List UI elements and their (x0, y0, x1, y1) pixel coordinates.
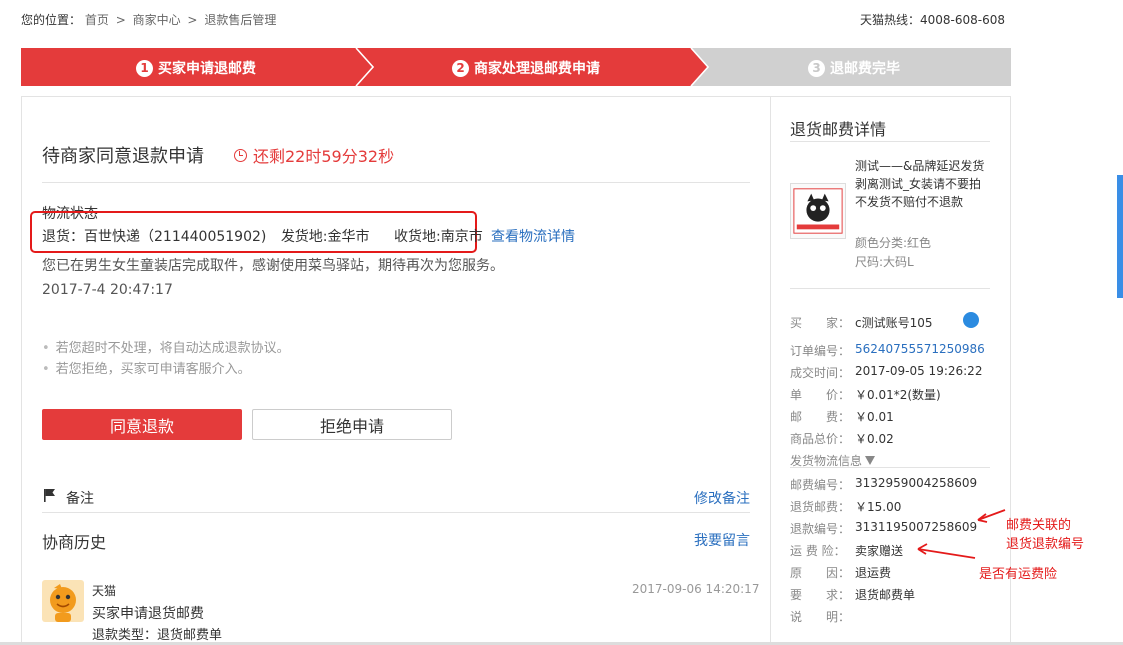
panel-divider (770, 97, 771, 645)
step-1-label: 买家申请退邮费 (158, 61, 256, 77)
history-time: 2017-09-06 14:20:17 (632, 582, 760, 596)
countdown-text: 还剩22时59分32秒 (253, 147, 395, 166)
divider (790, 467, 990, 468)
crumb-home[interactable]: 首页 (85, 13, 109, 27)
product-size: 尺码:大码L (855, 255, 914, 269)
history-refund-type: 退款类型：退货邮费单 (92, 628, 223, 643)
detail-row-requirement: 要 求： 退货邮费单 (790, 586, 915, 603)
location-label: 您的位置： (21, 13, 82, 27)
order-number-link[interactable]: 56240755571250986 (855, 342, 985, 359)
crumb-refund-management[interactable]: 退款售后管理 (204, 13, 276, 27)
logistics-time: 2017-7-4 20:47:17 (42, 282, 173, 298)
detail-title: 退货邮费详情 (790, 120, 887, 139)
history-author: 天猫 (92, 584, 117, 598)
requirement-value: 退货邮费单 (855, 588, 916, 602)
triangle-down-icon (865, 456, 876, 465)
step-3: 3 退邮费完毕 (808, 58, 900, 78)
annotation-arrows (917, 509, 1006, 559)
flag-icon (44, 489, 55, 502)
crumb-separator: > (187, 13, 198, 27)
note-label: 备注 (66, 491, 94, 507)
detail-key: 邮费编号： (790, 478, 851, 492)
step-2: 2 商家处理退邮费申请 (452, 58, 600, 78)
divider (790, 141, 990, 142)
step-3-label: 退邮费完毕 (830, 61, 900, 77)
reason-value: 退运费 (855, 566, 892, 580)
history-title: 协商历史 (42, 533, 107, 552)
insurance-value: 卖家赠送 (855, 544, 904, 558)
agree-refund-button[interactable]: 同意退款 (42, 409, 242, 440)
detail-key: 运 费 险： (790, 544, 846, 558)
detail-key: 原 因： (790, 566, 851, 580)
detail-key: 订单编号： (790, 344, 851, 358)
product-image[interactable] (790, 183, 846, 239)
detail-key: 退货邮费： (790, 500, 851, 514)
step-2-label: 商家处理退邮费申请 (474, 61, 600, 77)
detail-key: 单 价： (790, 388, 851, 402)
origin-info: 发货地:金华市 (280, 229, 370, 245)
detail-row-reason: 原 因： 退运费 (790, 564, 891, 581)
chat-icon[interactable] (963, 312, 979, 328)
detail-row-order: 订单编号： 56240755571250986 (790, 342, 985, 359)
leave-message-link[interactable]: 我要留言 (694, 530, 750, 550)
detail-row-postage: 邮 费： ￥0.01 (790, 408, 894, 425)
breadcrumb: 您的位置： 首页 > 商家中心 > 退款售后管理 (21, 11, 276, 28)
side-tab[interactable] (1117, 175, 1123, 298)
detail-row-description: 说 明： (790, 608, 855, 625)
countdown: 还剩22时59分32秒 (234, 143, 394, 167)
step-1-number: 1 (136, 59, 153, 77)
detail-row-insurance: 运 费 险： 卖家赠送 (790, 542, 903, 559)
detail-row-unit-price: 单 价： ￥0.01*2(数量) (790, 386, 941, 403)
deal-time-value: 2017-09-05 19:26:22 (855, 364, 983, 378)
logistics-info: 退货：百世快递（211440051902) 发货地:金华市 收货地:南京市 (42, 226, 493, 246)
hotline: 天猫热线：4008-608-608 (860, 13, 1006, 27)
carrier-info: 退货：百世快递（211440051902) (42, 229, 267, 245)
annotation-text: 邮费关联的 (1006, 518, 1072, 533)
detail-key: 要 求： (790, 588, 851, 602)
annotation-text: 是否有运费险 (979, 567, 1058, 582)
step-1: 1 买家申请退邮费 (136, 58, 256, 78)
divider (42, 512, 750, 513)
pickup-message: 您已在男生女生童装店完成取件，感谢使用菜鸟驿站，期待再次为您服务。 (42, 258, 504, 274)
status-title: 待商家同意退款申请 (42, 146, 204, 167)
postage-value: ￥0.01 (855, 410, 894, 424)
detail-key: 说 明： (790, 610, 851, 624)
annotation-text: 退货退款编号 (1006, 537, 1085, 552)
clock-icon (234, 148, 247, 162)
unit-price-value: ￥0.01*2(数量) (855, 388, 941, 402)
detail-row-buyer: 买 家： c测试账号105 (790, 314, 933, 331)
divider (42, 182, 750, 183)
crumb-merchant-center[interactable]: 商家中心 (133, 13, 181, 27)
history-text: 买家申请退货邮费 (92, 606, 204, 622)
detail-row-total: 商品总价： ￥0.02 (790, 430, 894, 447)
step-2-number: 2 (452, 59, 469, 77)
detail-key: 商品总价： (790, 432, 851, 446)
logistics-detail-link[interactable]: 查看物流详情 (491, 226, 575, 246)
tip-reject: 若您拒绝，买家可申请客服介入。 (42, 358, 251, 377)
destination-info: 收货地:南京市 (393, 229, 483, 245)
detail-row-postage-number: 邮费编号： 3132959004258609 (790, 476, 977, 493)
tip-timeout: 若您超时不处理，将自动达成退款协议。 (42, 337, 290, 356)
detail-key: 退款编号： (790, 522, 851, 536)
postage-number-value: 3132959004258609 (855, 476, 978, 490)
product-color: 颜色分类:红色 (855, 236, 932, 250)
buyer-value: c测试账号105 (855, 316, 933, 330)
product-name[interactable]: 测试——&品牌延迟发货剥离测试_女装请不要拍不发货不赔付不退款 (855, 157, 985, 211)
reject-request-button[interactable]: 拒绝申请 (252, 409, 452, 440)
divider (790, 288, 990, 289)
progress-steps: 1 买家申请退邮费 2 商家处理退邮费申请 3 退邮费完毕 (21, 48, 1011, 86)
return-postage-value: ￥15.00 (855, 500, 902, 514)
step-3-number: 3 (808, 59, 825, 77)
detail-key: 买 家： (790, 316, 851, 330)
detail-key: 邮 费： (790, 410, 851, 424)
detail-key: 成交时间： (790, 366, 851, 380)
crumb-separator: > (115, 13, 126, 27)
avatar (42, 580, 84, 622)
detail-row-deal-time: 成交时间： 2017-09-05 19:26:22 (790, 364, 982, 381)
detail-row-return-postage: 退货邮费： ￥15.00 (790, 498, 901, 515)
total-value: ￥0.02 (855, 432, 894, 446)
edit-note-link[interactable]: 修改备注 (694, 488, 750, 508)
